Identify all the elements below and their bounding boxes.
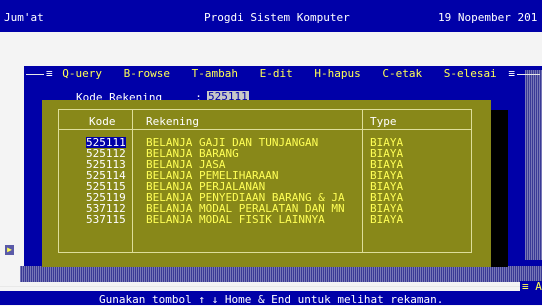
header-divider — [58, 129, 471, 130]
dos-screen: Jum'at Progdi Sistem Komputer 19 Nopembe… — [0, 0, 542, 305]
menu-open-marker: ≡ — [46, 67, 53, 80]
table-row[interactable]: 525111 BELANJA GAJI DAN TUNJANGAN BIAYA — [0, 137, 480, 148]
title-bar: Jum'at Progdi Sistem Komputer 19 Nopembe… — [0, 0, 542, 32]
help-text: Gunakan tombol ↑ ↓ Home & End untuk meli… — [99, 293, 444, 306]
menu-close-marker: ≡ — [508, 67, 515, 80]
day-label: Jum'at — [4, 11, 44, 24]
column-header-type: Type — [370, 115, 397, 128]
date-label: 19 Nopember 201 — [438, 11, 538, 24]
lookup-dialog-shadow — [491, 110, 508, 267]
cell-rekening: BELANJA MODAL FISIK LAINNYA — [146, 213, 325, 226]
main-menu: ≡ Q-uery B-rowse T-ambah E-dit H-hapus C… — [44, 68, 517, 80]
scroll-right-arrow-icon[interactable]: ▶ — [5, 245, 14, 255]
column-header-kode: Kode — [89, 115, 116, 128]
table-row[interactable]: 525112 BELANJA BARANG BIAYA — [0, 148, 480, 159]
column-header-rekening: Rekening — [146, 115, 199, 128]
cell-kode: 537115 — [86, 213, 126, 226]
menu-item-hapus[interactable]: H-hapus — [314, 67, 360, 80]
menu-item-cetak[interactable]: C-etak — [382, 67, 422, 80]
help-bar: Gunakan tombol ↑ ↓ Home & End untuk meli… — [0, 291, 542, 305]
menu-item-browse[interactable]: B-rowse — [124, 67, 170, 80]
panel-shadow-right — [525, 70, 542, 260]
menu-item-selesai[interactable]: S-elesai — [444, 67, 497, 80]
panel-shadow-bottom — [20, 266, 542, 282]
app-title: Progdi Sistem Komputer — [204, 11, 350, 24]
menu-item-edit[interactable]: E-dit — [260, 67, 293, 80]
menu-item-tambah[interactable]: T-ambah — [192, 67, 238, 80]
table-row[interactable]: 537115 BELANJA MODAL FISIK LAINNYA BIAYA — [0, 214, 480, 225]
menu-item-query[interactable]: Q-uery — [62, 67, 102, 80]
status-frame-line — [0, 286, 522, 287]
cell-type: BIAYA — [370, 213, 404, 226]
